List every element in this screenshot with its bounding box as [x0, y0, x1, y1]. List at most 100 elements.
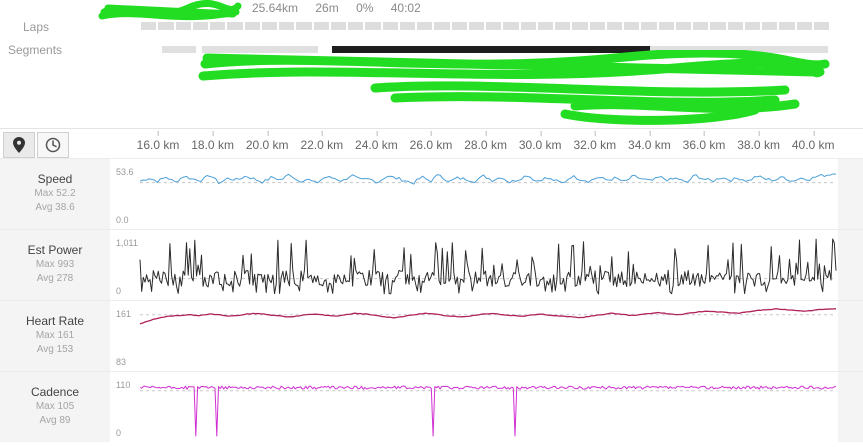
- lap-block[interactable]: [624, 22, 640, 30]
- redacted-segments: [198, 50, 830, 125]
- cadence-chart[interactable]: 110 0: [110, 372, 838, 442]
- lap-block[interactable]: [348, 22, 364, 30]
- lap-block[interactable]: [244, 22, 260, 30]
- speed-line-chart[interactable]: [110, 159, 838, 229]
- activity-summary-panel: 25.64km 26m 0% 40:02 Laps Segments: [0, 0, 863, 127]
- summary-stats: 25.64km 26m 0% 40:02: [252, 1, 435, 15]
- cadence-series-line: [139, 385, 837, 437]
- heart-rate-max: Max 161: [35, 330, 75, 341]
- distance-tick-label: 28.0 km: [464, 131, 507, 152]
- lap-block[interactable]: [313, 22, 329, 30]
- lap-block[interactable]: [606, 22, 622, 30]
- speed-title: Speed: [37, 172, 73, 186]
- lap-block[interactable]: [261, 22, 277, 30]
- lap-block[interactable]: [710, 22, 726, 30]
- distance-tick-label: 16.0 km: [136, 131, 180, 152]
- power-row: Est Power Max 993 Avg 278 1,011 0: [0, 229, 863, 300]
- lap-block[interactable]: [279, 22, 295, 30]
- lap-block[interactable]: [382, 22, 398, 30]
- metric-charts: Speed Max 52.2 Avg 38.6 53.6 0.0 Est Pow…: [0, 158, 863, 442]
- distance-tick-label: 32.0 km: [573, 131, 617, 152]
- lap-block[interactable]: [399, 22, 415, 30]
- distance-tick-label: 30.0 km: [518, 131, 562, 152]
- heart-rate-series-line: [139, 308, 837, 325]
- power-max: Max 993: [35, 259, 75, 270]
- lap-block[interactable]: [796, 22, 812, 30]
- lap-block[interactable]: [227, 22, 243, 30]
- lap-block[interactable]: [210, 22, 226, 30]
- time-mode-button[interactable]: [37, 132, 69, 158]
- distance-value: 25.64km: [252, 1, 299, 15]
- lap-block[interactable]: [468, 22, 484, 30]
- speed-avg: Avg 38.6: [35, 202, 75, 213]
- lap-block[interactable]: [330, 22, 346, 30]
- moving-time-value: 26m: [315, 1, 339, 15]
- elapsed-time-value: 40:02: [390, 1, 421, 15]
- heart-rate-title: Heart Rate: [25, 314, 85, 328]
- distance-mode-button[interactable]: [3, 132, 35, 158]
- distance-tick-label: 22.0 km: [300, 131, 344, 152]
- lap-block[interactable]: [572, 22, 588, 30]
- cadence-line-chart[interactable]: [110, 372, 838, 442]
- heart-rate-legend: Heart Rate Max 161 Avg 153: [0, 301, 110, 371]
- lap-block[interactable]: [192, 22, 208, 30]
- distance-tick-label: 18.0 km: [191, 131, 234, 152]
- heart-rate-chart[interactable]: 161 83: [110, 301, 838, 371]
- speed-y-min: 0.0: [116, 215, 129, 225]
- power-y-min: 0: [116, 286, 122, 296]
- lap-block[interactable]: [658, 22, 674, 30]
- lap-block[interactable]: [365, 22, 381, 30]
- power-series-line: [139, 238, 837, 295]
- power-avg: Avg 278: [36, 273, 74, 284]
- lap-block[interactable]: [451, 22, 467, 30]
- heart-rate-y-min: 83: [116, 357, 127, 367]
- power-title: Est Power: [27, 243, 83, 257]
- speed-max: Max 52.2: [34, 188, 76, 199]
- power-legend: Est Power Max 993 Avg 278: [0, 230, 110, 300]
- speed-chart[interactable]: 53.6 0.0: [110, 159, 838, 229]
- lap-block[interactable]: [555, 22, 571, 30]
- segment-bar[interactable]: [162, 46, 196, 53]
- lap-block[interactable]: [813, 22, 829, 30]
- lap-block[interactable]: [641, 22, 657, 30]
- distance-tick-label: 38.0 km: [737, 131, 780, 152]
- power-y-max: 1,011: [116, 238, 138, 248]
- lap-block[interactable]: [175, 22, 191, 30]
- speed-row: Speed Max 52.2 Avg 38.6 53.6 0.0: [0, 158, 863, 229]
- laps-label: Laps: [23, 20, 50, 34]
- map-pin-icon: [13, 137, 25, 153]
- lap-block[interactable]: [158, 22, 174, 30]
- lap-block[interactable]: [520, 22, 536, 30]
- cadence-row: Cadence Max 105 Avg 89 110 0: [0, 371, 863, 442]
- speed-y-max: 53.6: [116, 167, 134, 177]
- distance-tick-label: 34.0 km: [628, 131, 671, 152]
- lap-block[interactable]: [417, 22, 433, 30]
- distance-tick-label: 40.0 km: [791, 131, 835, 152]
- lap-block[interactable]: [486, 22, 502, 30]
- cadence-max: Max 105: [35, 401, 75, 412]
- lap-block[interactable]: [675, 22, 691, 30]
- lap-block[interactable]: [537, 22, 553, 30]
- heart-rate-line-chart[interactable]: [110, 301, 838, 371]
- lap-block[interactable]: [503, 22, 519, 30]
- power-line-chart[interactable]: [110, 230, 838, 300]
- distance-tick-label: 24.0 km: [355, 131, 398, 152]
- lap-block[interactable]: [727, 22, 743, 30]
- lap-block[interactable]: [762, 22, 778, 30]
- clock-icon: [45, 137, 61, 153]
- lap-block[interactable]: [141, 22, 157, 30]
- lap-block[interactable]: [589, 22, 605, 30]
- lap-block[interactable]: [779, 22, 795, 30]
- distance-tick-label: 36.0 km: [682, 131, 726, 152]
- lap-block[interactable]: [744, 22, 760, 30]
- speed-legend: Speed Max 52.2 Avg 38.6: [0, 159, 110, 229]
- chart-toolbar: 16.0 km 18.0 km 20.0 km 22.0 km 24.0 km 26.0 …: [0, 128, 863, 159]
- distance-tick-label: 20.0 km: [245, 131, 289, 152]
- grade-value: 0%: [356, 1, 374, 15]
- lap-block[interactable]: [296, 22, 312, 30]
- lap-block[interactable]: [434, 22, 450, 30]
- power-chart[interactable]: 1,011 0: [110, 230, 838, 300]
- laps-track[interactable]: [141, 22, 829, 30]
- heart-rate-avg: Avg 153: [36, 344, 74, 355]
- lap-block[interactable]: [693, 22, 709, 30]
